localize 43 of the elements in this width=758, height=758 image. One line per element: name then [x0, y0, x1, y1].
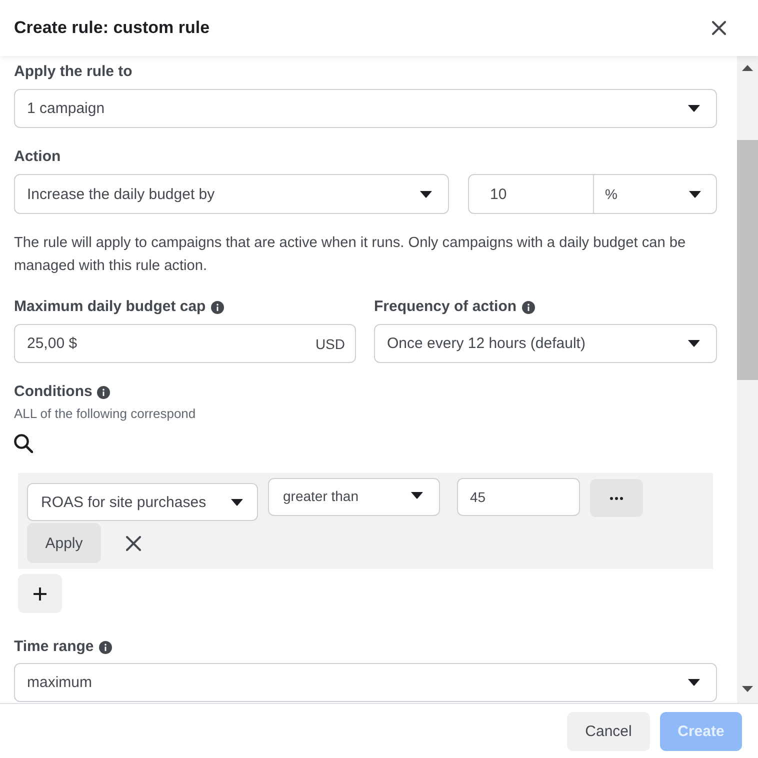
caret-icon — [420, 190, 432, 198]
close-icon[interactable] — [126, 536, 141, 550]
caret-icon — [689, 190, 701, 198]
info-icon[interactable] — [98, 640, 112, 654]
cancel-button[interactable]: Cancel — [567, 712, 650, 750]
field-label: Apply the rule to — [14, 62, 132, 82]
field-label: Maximum daily budget cap — [14, 297, 206, 317]
up-arrow-icon[interactable] — [742, 65, 753, 71]
scrollbar-thumb[interactable] — [737, 140, 758, 380]
apply-button[interactable]: Apply — [27, 523, 101, 563]
currency-label: USD — [315, 336, 345, 352]
caret-icon — [688, 105, 700, 112]
info-icon[interactable] — [210, 300, 224, 314]
budget-cap-field[interactable]: 25,00 $ USD — [14, 324, 356, 363]
time-range-select[interactable]: maximum — [14, 663, 717, 702]
caret-icon — [688, 679, 700, 686]
caret-icon — [688, 340, 700, 347]
action-select[interactable]: Increase the daily budget by — [14, 174, 449, 214]
caret-icon — [231, 498, 243, 506]
amount-field[interactable]: 10 — [468, 174, 593, 214]
plus-icon — [33, 586, 47, 600]
caret-icon — [411, 492, 423, 499]
info-icon[interactable] — [522, 300, 535, 314]
action-note: The rule will apply to campaigns that are active when it runs. Only campaigns with a daily budget can be managed with this rule action. — [14, 234, 687, 276]
scrollbar-track[interactable] — [737, 56, 758, 703]
down-arrow-icon[interactable] — [742, 686, 753, 692]
dialog-title: Create rule: custom rule — [14, 18, 210, 38]
unit-select[interactable]: % — [593, 174, 717, 214]
search-icon[interactable] — [14, 434, 33, 453]
value-field[interactable]: 45 — [457, 478, 580, 516]
more-icon — [610, 496, 623, 500]
field-label: Time range — [14, 637, 94, 657]
campaign-select[interactable]: 1 campaign — [14, 89, 717, 128]
field-label: Conditions — [14, 382, 92, 402]
metric-select[interactable]: ROAS for site purchases — [27, 483, 258, 521]
conditions-subtitle: ALL of the following correspond — [14, 406, 197, 422]
operator-select[interactable]: greater than — [268, 478, 440, 516]
field-label: Frequency of action — [374, 297, 517, 317]
add-condition-button[interactable] — [18, 574, 62, 613]
close-icon[interactable] — [712, 21, 726, 35]
field-label: Action — [14, 147, 61, 167]
frequency-select[interactable]: Once every 12 hours (default) — [374, 324, 717, 363]
info-icon[interactable] — [97, 386, 110, 398]
